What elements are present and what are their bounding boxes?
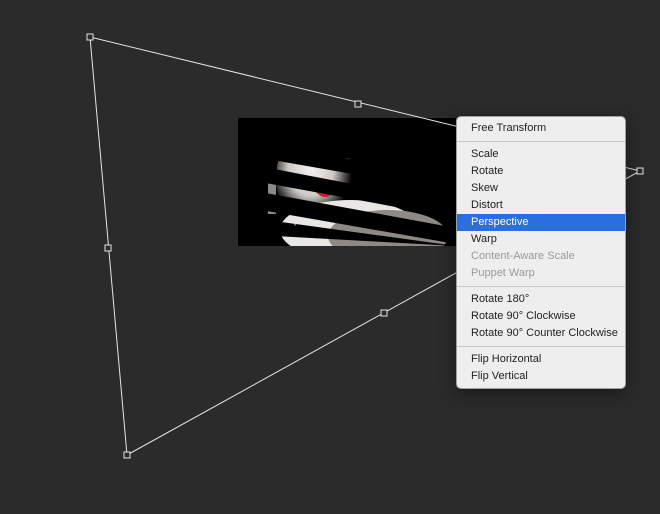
menu-separator: [457, 141, 625, 142]
menu-item-distort[interactable]: Distort: [457, 197, 625, 214]
menu-item-flip-vertical[interactable]: Flip Vertical: [457, 368, 625, 385]
transform-handle-corner[interactable]: [124, 452, 131, 459]
menu-item-rotate-180[interactable]: Rotate 180°: [457, 291, 625, 308]
menu-item-skew[interactable]: Skew: [457, 180, 625, 197]
menu-item-puppet-warp: Puppet Warp: [457, 265, 625, 282]
menu-item-perspective[interactable]: Perspective: [457, 214, 625, 231]
transform-handle-edge[interactable]: [105, 245, 112, 252]
canvas-image[interactable]: [238, 118, 456, 246]
menu-item-rotate[interactable]: Rotate: [457, 163, 625, 180]
menu-separator: [457, 346, 625, 347]
transform-handle-corner[interactable]: [87, 34, 94, 41]
transform-handle-corner[interactable]: [637, 168, 644, 175]
menu-item-rotate-90-cw[interactable]: Rotate 90° Clockwise: [457, 308, 625, 325]
transform-handle-edge[interactable]: [355, 101, 362, 108]
menu-separator: [457, 286, 625, 287]
transform-handle-edge[interactable]: [381, 310, 388, 317]
menu-item-scale[interactable]: Scale: [457, 146, 625, 163]
menu-item-free-transform[interactable]: Free Transform: [457, 120, 625, 137]
menu-item-flip-horizontal[interactable]: Flip Horizontal: [457, 351, 625, 368]
transform-context-menu: Free Transform Scale Rotate Skew Distort…: [456, 116, 626, 389]
menu-item-content-aware-scale: Content-Aware Scale: [457, 248, 625, 265]
menu-item-warp[interactable]: Warp: [457, 231, 625, 248]
menu-item-rotate-90-ccw[interactable]: Rotate 90° Counter Clockwise: [457, 325, 625, 342]
